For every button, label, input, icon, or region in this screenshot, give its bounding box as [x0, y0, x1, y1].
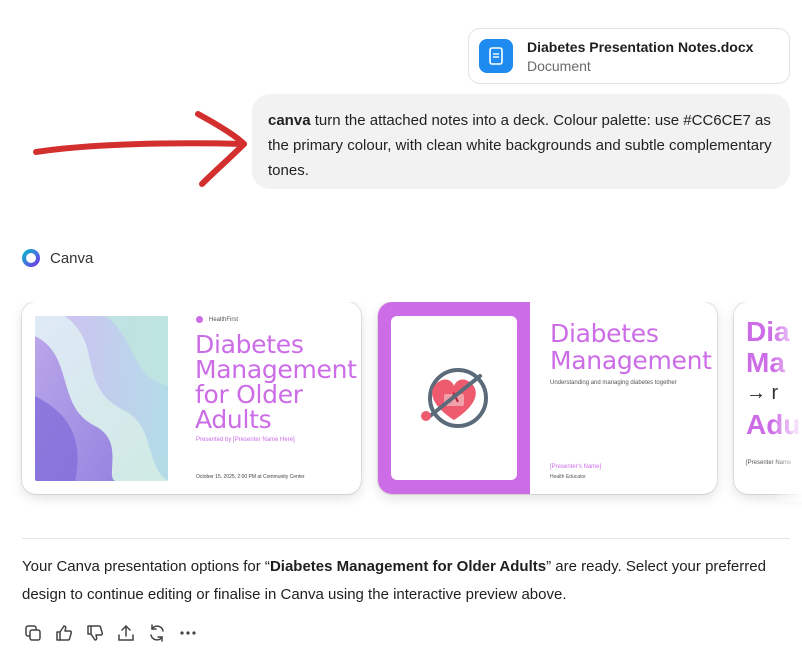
- user-message: canva turn the attached notes into a dec…: [252, 94, 790, 189]
- abstract-wave-image: [35, 316, 168, 481]
- slide-subtitle: Understanding and managing diabetes toge…: [550, 380, 677, 386]
- slide-title: Diabetes Management for Older Adults: [195, 330, 357, 434]
- slide-side-panel: [378, 302, 530, 494]
- slide-footer: October 15, 2025, 2:00 PM at Community C…: [196, 474, 305, 480]
- attachment-filename: Diabetes Presentation Notes.docx: [527, 38, 754, 55]
- canva-keyword: canva: [268, 112, 311, 129]
- carousel-fade: [772, 302, 802, 502]
- attachment-card[interactable]: Diabetes Presentation Notes.docx Documen…: [468, 28, 790, 84]
- deck-title: Diabetes Management for Older Adults: [269, 558, 547, 575]
- slide-subtitle: Presented by [Presenter Name Here]: [196, 437, 295, 443]
- document-icon: [479, 39, 513, 73]
- message-actions: [22, 622, 208, 644]
- canva-logo-icon: [22, 249, 40, 267]
- thumbs-up-icon[interactable]: [53, 622, 75, 644]
- copy-icon[interactable]: [22, 622, 44, 644]
- more-options-icon[interactable]: [177, 622, 199, 644]
- design-option-2[interactable]: Diabetes Management Understanding and ma…: [378, 302, 717, 494]
- slide-carousel[interactable]: HealthFirst Diabetes Management for Olde…: [0, 302, 802, 512]
- slide-title: Diabetes Management: [550, 319, 712, 375]
- share-icon[interactable]: [115, 622, 137, 644]
- tool-name: Canva: [50, 249, 94, 267]
- assistant-reply: Your Canva presentation options for “Dia…: [22, 558, 766, 603]
- thumbs-down-icon[interactable]: [84, 622, 106, 644]
- tool-label: Canva: [22, 249, 93, 267]
- heart-stethoscope-icon: [421, 368, 488, 428]
- user-message-text: turn the attached notes into a deck. Col…: [268, 112, 772, 179]
- design-option-1[interactable]: HealthFirst Diabetes Management for Olde…: [22, 302, 361, 494]
- slide-role: Health Educator: [550, 474, 586, 480]
- divider: [22, 538, 790, 539]
- red-arrow-annotation: [33, 111, 247, 187]
- brand-flower-icon: [196, 316, 203, 323]
- slide-brand: HealthFirst: [196, 316, 238, 323]
- attachment-type: Document: [527, 57, 591, 74]
- slide-presenter: [Presenter's Name]: [550, 464, 602, 470]
- regenerate-icon[interactable]: [146, 622, 168, 644]
